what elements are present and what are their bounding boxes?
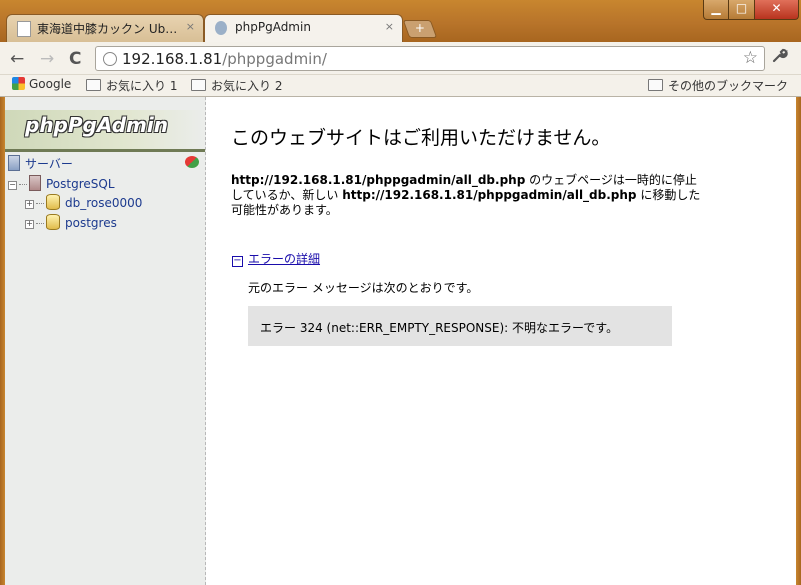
collapse-icon: − — [232, 255, 243, 267]
window-frame-right — [796, 97, 801, 585]
address-bar[interactable]: 192.168.1.81/phppgadmin/ ☆ — [95, 46, 765, 71]
navigation-toolbar: ← → C 192.168.1.81/phppgadmin/ ☆ — [0, 42, 801, 75]
folder-icon — [86, 79, 101, 91]
error-page: このウェブサイトはご利用いただけません。 http://192.168.1.81… — [206, 97, 796, 585]
page-info-icon[interactable] — [103, 52, 117, 66]
tree-label: サーバー — [25, 157, 73, 171]
tree-connector — [19, 184, 27, 185]
tree-label: db_rose0000 — [65, 196, 143, 210]
bookmark-star-icon[interactable]: ☆ — [743, 48, 758, 68]
tree-connector — [36, 223, 44, 224]
maximize-button[interactable]: □ — [728, 0, 755, 20]
page-icon — [17, 21, 31, 37]
tree-item-db-rose0000[interactable]: + db_rose0000 — [25, 194, 142, 210]
folder-icon — [648, 79, 663, 91]
bookmark-other[interactable]: その他のブックマーク — [648, 77, 788, 94]
error-details-toggle[interactable]: − エラーの詳細 — [232, 250, 320, 267]
bookmark-label: お気に入り 2 — [211, 79, 283, 93]
close-window-button[interactable]: ✕ — [754, 0, 799, 20]
url-host: 192.168.1.81 — [122, 50, 223, 68]
error-message-box: エラー 324 (net::ERR_EMPTY_RESPONSE): 不明なエラ… — [248, 306, 672, 346]
logo-text: phpPgAdmin — [25, 113, 168, 137]
plus-icon: + — [414, 21, 425, 35]
logo-underline — [5, 149, 205, 152]
tree-item-servers[interactable]: サーバー — [8, 155, 73, 172]
forward-button[interactable]: → — [40, 49, 54, 69]
tree-label: PostgreSQL — [46, 177, 115, 191]
folder-icon — [191, 79, 206, 91]
tab-title: phpPgAdmin — [235, 20, 311, 34]
database-icon — [46, 194, 60, 210]
error-message: エラー 324 (net::ERR_EMPTY_RESPONSE): 不明なエラ… — [260, 321, 619, 335]
bookmark-label: Google — [29, 77, 72, 91]
expand-icon[interactable]: + — [25, 200, 34, 209]
details-label: エラーの詳細 — [248, 252, 321, 266]
tree-item-postgresql[interactable]: − PostgreSQL — [8, 175, 115, 191]
collapse-icon[interactable]: − — [8, 181, 17, 190]
tree-label: postgres — [65, 216, 117, 230]
server-icon — [8, 155, 20, 171]
error-intro: 元のエラー メッセージは次のとおりです。 — [248, 281, 479, 295]
database-icon — [46, 214, 60, 230]
tree-connector — [36, 203, 44, 204]
elephant-icon — [215, 21, 227, 35]
phppgadmin-logo: phpPgAdmin — [5, 110, 205, 152]
bookmarks-bar: Google お気に入り 1 お気に入り 2 その他のブックマーク — [0, 75, 801, 97]
expand-icon[interactable]: + — [25, 220, 34, 229]
new-tab-button[interactable]: + — [402, 20, 438, 38]
tab-ubuntu[interactable]: 東海道中膝カックン Ub… × — [6, 14, 204, 42]
url-text[interactable]: 192.168.1.81/phppgadmin/ — [122, 50, 327, 68]
phppgadmin-sidebar: phpPgAdmin サーバー − PostgreSQL + db_rose0000… — [5, 97, 206, 585]
error-url: http://192.168.1.81/phppgadmin/all_db.ph… — [342, 188, 637, 202]
bookmark-label: その他のブックマーク — [668, 79, 789, 93]
tab-title: 東海道中膝カックン Ub… — [37, 22, 178, 36]
tab-close-icon[interactable]: × — [186, 20, 195, 33]
tree-item-postgres[interactable]: + postgres — [25, 214, 117, 230]
wrench-menu-icon[interactable] — [771, 47, 788, 69]
bookmark-label: お気に入り 1 — [106, 79, 178, 93]
reload-button[interactable]: C — [69, 49, 81, 69]
back-button[interactable]: ← — [10, 49, 24, 69]
tab-close-icon[interactable]: × — [385, 20, 394, 33]
error-description: http://192.168.1.81/phppgadmin/all_db.ph… — [231, 173, 701, 218]
bookmark-folder-2[interactable]: お気に入り 2 — [191, 77, 282, 94]
error-title: このウェブサイトはご利用いただけません。 — [231, 127, 611, 149]
google-icon — [12, 77, 25, 90]
tab-phppgadmin[interactable]: phpPgAdmin × — [204, 14, 403, 42]
database-server-icon — [29, 175, 41, 191]
error-url: http://192.168.1.81/phppgadmin/all_db.ph… — [231, 173, 526, 187]
refresh-icon[interactable] — [185, 156, 199, 168]
url-path: /phppgadmin/ — [222, 50, 327, 68]
bookmark-google[interactable]: Google — [12, 77, 71, 91]
minimize-button[interactable]: ▁ — [703, 0, 729, 20]
bookmark-folder-1[interactable]: お気に入り 1 — [86, 77, 177, 94]
title-bar: 東海道中膝カックン Ub… × phpPgAdmin × + ▁ □ ✕ — [0, 0, 801, 42]
